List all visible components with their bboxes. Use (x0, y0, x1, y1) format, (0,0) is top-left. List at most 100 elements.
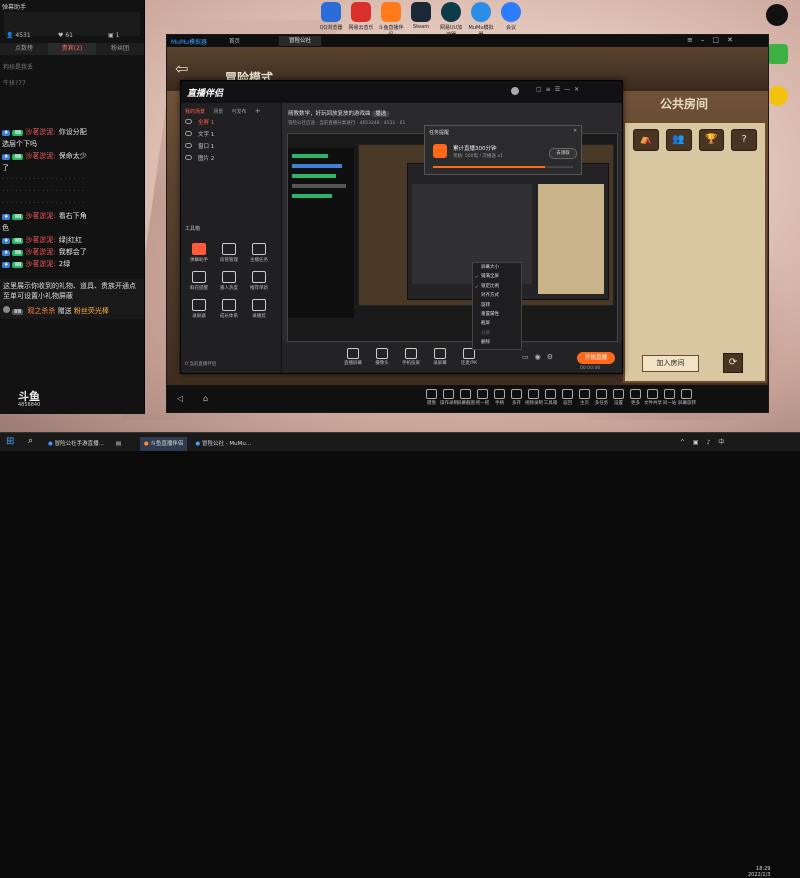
toolbar-rotate[interactable]: 屏幕旋转 (678, 386, 696, 406)
windows-start-icon[interactable]: ⊞ (6, 436, 14, 447)
source-record-button[interactable]: 录屏幕 (427, 348, 453, 366)
tool-danmaku-helper[interactable]: 弹幕助手 (185, 243, 213, 263)
layer-item[interactable]: 文字 1 (181, 129, 281, 141)
desktop-icon-app[interactable] (768, 86, 788, 106)
eye-icon[interactable] (185, 119, 192, 124)
desktop-icon-qq-browser[interactable]: QQ浏览器 (318, 2, 344, 38)
taskbar-app-mumu[interactable]: ● 冒险公社 - MuMu... (191, 437, 255, 451)
tab-home[interactable]: 首页 (229, 37, 240, 45)
toolbar-settings[interactable]: 设置 (610, 386, 627, 406)
toolbar-record[interactable]: 视频录制 (525, 386, 543, 406)
back-icon[interactable]: ◁ (177, 394, 183, 403)
taskbar-app-browser[interactable]: ● 冒险公社手游直播... (44, 437, 108, 451)
desktop-icon-douyu-companion[interactable]: 斗鱼直播伴侣 (378, 2, 404, 38)
toolbar-home[interactable]: 主页 (576, 386, 593, 406)
layer-item[interactable]: 图片 2 (181, 153, 281, 165)
menu-item-reset[interactable]: 重置属性 (473, 310, 521, 319)
tab-publishable[interactable]: 可发布 (232, 108, 247, 115)
party-icon[interactable]: 👥 (665, 129, 692, 151)
medal-badge: ⅢⅢ (12, 130, 24, 136)
window-controls[interactable]: ▢≡☰—✕ (536, 86, 583, 93)
layer-item[interactable]: 全屏 1 (181, 117, 281, 129)
toolbar-more[interactable]: 更多 (627, 386, 644, 406)
source-bar: 直播屏幕 摄像头 手机投屏 录屏幕 连麦/PK ▭◉⚙ (282, 343, 622, 373)
toolbar-gamepad[interactable]: 手柄 (491, 386, 508, 406)
tray-icons[interactable]: ^ ▣ ♪ 中 (680, 437, 727, 446)
toolbar-share[interactable]: 文件共享 (644, 386, 662, 406)
source-screen-button[interactable]: 直播屏幕 (340, 348, 366, 366)
eye-icon[interactable] (185, 155, 192, 160)
tab-vip[interactable]: 贵宾(2) (48, 43, 96, 55)
tab-fan-club[interactable]: 粉丝团 (96, 43, 144, 55)
home-icon[interactable]: ⌂ (203, 394, 208, 403)
eye-icon[interactable] (185, 143, 192, 148)
menu-item-capture[interactable]: 截屏 (473, 319, 521, 328)
help-icon[interactable]: ? (731, 129, 757, 151)
desktop-icon-steam[interactable]: Steam (408, 2, 434, 38)
tool-growth[interactable]: 成长体系 (215, 299, 243, 319)
menu-item-rotate[interactable]: 旋转 (473, 301, 521, 310)
clip-icon (252, 299, 266, 311)
record-icon (434, 348, 446, 359)
flower-icon (192, 271, 206, 283)
phone-icon (405, 348, 417, 359)
toolbar-screenshot[interactable]: 屏幕截图 (457, 386, 475, 406)
toolbar-sync[interactable]: 同一站 (661, 386, 678, 406)
menu-item-fill-screen[interactable]: 铺满全屏 (473, 272, 521, 282)
tool-recorder[interactable]: 录屏器 (185, 299, 213, 319)
eye-icon[interactable] (185, 131, 192, 136)
avatar[interactable] (511, 87, 519, 95)
trophy-icon[interactable]: 🏆 (698, 129, 725, 151)
level-badge: ♦ (2, 262, 11, 268)
source-camera-button[interactable]: 摄像头 (369, 348, 395, 366)
taskbar-app-pinned[interactable]: ▤ (112, 437, 136, 451)
toolbar-keyboard[interactable]: 键盘 (423, 386, 440, 406)
desktop-icon-meeting[interactable]: 会议 (498, 2, 524, 38)
tab-points-rank[interactable]: 点数榜 (0, 43, 48, 55)
tool-recommend[interactable]: 推荐单新 (245, 271, 273, 291)
tab-scenes[interactable]: 场景 (213, 108, 223, 115)
toolbar-toolbox[interactable]: 工具箱 (542, 386, 559, 406)
desktop-icon-mumu[interactable]: MuMu模拟器 (468, 2, 494, 38)
menu-item-align[interactable]: 对齐方式 (473, 291, 521, 300)
add-icon[interactable]: + (255, 107, 261, 115)
menu-item-lock-ratio[interactable]: 锁定比例 (473, 282, 521, 292)
search-icon[interactable]: ⌕ (28, 436, 33, 446)
menu-item-split[interactable]: 分屏 (473, 329, 521, 338)
menu-item-delete[interactable]: 删除 (473, 338, 521, 347)
join-room-button[interactable]: 加入房间 (642, 355, 699, 372)
back-arrow-icon[interactable]: ⇦ (175, 59, 188, 78)
desktop-icon-app[interactable] (768, 44, 788, 64)
menu-item-screen-size[interactable]: 屏幕大小 (473, 263, 521, 272)
toolbar-back[interactable]: 返回 (559, 386, 576, 406)
refresh-icon[interactable]: ⟳ (723, 353, 743, 373)
desktop-icon-uu-booster[interactable]: 网易UU加速器 (438, 2, 464, 38)
tool-room-admin[interactable]: 房管管理 (215, 243, 243, 263)
task-icon (252, 243, 266, 255)
source-phone-button[interactable]: 手机投屏 (398, 348, 424, 366)
desktop-icon-netease-music[interactable]: 网易云音乐 (348, 2, 374, 38)
scene-tabs: 我的场景 场景 可发布 + (181, 103, 281, 117)
claim-button[interactable]: 去领取 (549, 148, 577, 159)
window-controls[interactable]: ≡–□✕ (687, 36, 741, 44)
toolbar-macro[interactable]: 操作录制 (440, 386, 458, 406)
toolbar-multi[interactable]: 多开 (508, 386, 525, 406)
desktop-icon-qq[interactable] (766, 4, 788, 26)
source-pk-button[interactable]: 连麦/PK (456, 348, 482, 366)
edit-title-button[interactable]: 播选 (372, 111, 390, 117)
taskbar-app-douyu[interactable]: ● 斗鱼直播伴侣 (139, 437, 188, 451)
taskbar-clock[interactable]: 18:29 2022/1/3 (748, 866, 770, 878)
tool-streamer-tasks[interactable]: 主播任务 (245, 243, 273, 263)
start-live-button[interactable]: 开始直播 (577, 352, 615, 364)
tool-flower-reminder[interactable]: 鲜花提醒 (185, 271, 213, 291)
tool-popularity[interactable]: 嘉人热度 (215, 271, 243, 291)
tab-adventure-guild[interactable]: 冒险公社 (279, 36, 322, 46)
close-icon[interactable]: ✕ (573, 128, 577, 134)
misc-icons[interactable]: ▭◉⚙ (522, 353, 559, 361)
layer-item[interactable]: 窗口 1 (181, 141, 281, 153)
tool-clip[interactable]: 录播剪 (245, 299, 273, 319)
toolbar-tasks[interactable]: 多任务 (593, 386, 610, 406)
tab-my-scenes[interactable]: 我的场景 (185, 108, 205, 115)
toolbar-shake[interactable]: 摇一摇 (474, 386, 491, 406)
camp-icon[interactable]: ⛺ (633, 129, 659, 151)
